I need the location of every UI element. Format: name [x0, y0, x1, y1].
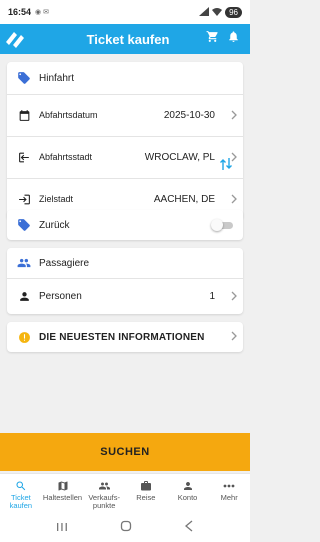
cart-icon[interactable]	[206, 30, 219, 48]
person-icon	[15, 288, 33, 306]
info-alert-icon	[15, 328, 33, 346]
chevron-right-icon	[231, 107, 237, 125]
recent-apps-icon[interactable]	[56, 519, 68, 537]
chevron-right-icon	[231, 191, 237, 209]
status-bar: 16:54 ◉ ✉ 96	[0, 0, 250, 24]
nav-label: Reise	[136, 493, 156, 502]
nav-label: Mehr	[220, 493, 238, 502]
nav-mehr[interactable]: Mehr	[208, 474, 250, 513]
return-label: Zurück	[39, 219, 70, 231]
outbound-heading: Hinfahrt	[39, 72, 75, 84]
exit-icon	[15, 149, 33, 167]
passengers-heading: Passagiere	[39, 257, 90, 269]
passengers-header: Passagiere	[7, 248, 243, 278]
chevron-right-icon	[231, 328, 237, 346]
home-icon[interactable]	[120, 519, 132, 537]
origin-city-row[interactable]: Abfahrtsstadt WROCLAW, PL	[7, 136, 243, 178]
latest-info-row[interactable]: DIE NEUESTEN INFORMATIONEN	[7, 322, 243, 352]
departure-date-row[interactable]: Abfahrtsdatum 2025-10-30	[7, 94, 243, 136]
return-card: Zurück	[7, 210, 243, 240]
people-icon	[15, 254, 33, 272]
departure-date-label: Abfahrtsdatum	[39, 110, 98, 120]
destination-city-value: AACHEN, DE	[153, 194, 215, 205]
wifi-icon	[212, 7, 223, 18]
nav-verkaufspunkte[interactable]: Verkaufs-punkte	[83, 474, 125, 513]
signal-icon	[199, 6, 210, 18]
nav-label: Konto	[177, 493, 198, 502]
nav-label: Haltestellen	[42, 493, 83, 502]
app-bar: Ticket kaufen	[0, 24, 250, 54]
chevron-right-icon	[231, 288, 237, 306]
people-icon	[98, 479, 111, 492]
tag-icon	[15, 216, 33, 234]
battery-indicator: 96	[225, 6, 242, 18]
bottom-nav: Ticket kaufen Haltestellen Verkaufs-punk…	[0, 473, 250, 513]
departure-date-value: 2025-10-30	[163, 110, 215, 121]
latest-info-label: DIE NEUESTEN INFORMATIONEN	[39, 331, 205, 343]
map-icon	[57, 479, 69, 492]
person-icon	[182, 479, 194, 492]
passengers-card: Passagiere Personen 1	[7, 248, 243, 314]
nav-ticket-kaufen[interactable]: Ticket kaufen	[0, 474, 42, 513]
nav-reise[interactable]: Reise	[125, 474, 167, 513]
nav-label: Ticket kaufen	[9, 493, 33, 510]
outbound-header: Hinfahrt	[7, 62, 243, 94]
origin-city-label: Abfahrtsstadt	[39, 152, 93, 162]
nav-haltestellen[interactable]: Haltestellen	[42, 474, 84, 513]
back-icon[interactable]	[184, 519, 194, 537]
swap-cities-icon[interactable]	[220, 157, 232, 176]
persons-value: 1	[209, 291, 215, 302]
status-time: 16:54	[8, 7, 32, 17]
notification-icons: ◉ ✉	[35, 9, 49, 16]
outbound-card: Hinfahrt Abfahrtsdatum 2025-10-30 Abfahr…	[7, 62, 243, 220]
more-icon	[223, 479, 235, 492]
search-icon	[15, 479, 27, 492]
destination-city-label: Zielstadt	[39, 194, 74, 204]
enter-icon	[15, 191, 33, 209]
info-card: DIE NEUESTEN INFORMATIONEN	[7, 322, 243, 352]
nav-label: Verkaufs-punkte	[88, 493, 121, 510]
persons-label: Personen	[39, 291, 82, 302]
origin-city-value: WROCLAW, PL	[144, 152, 215, 163]
return-toggle[interactable]	[211, 219, 235, 231]
system-nav-bar	[0, 513, 250, 542]
briefcase-icon	[140, 479, 152, 492]
calendar-icon	[15, 107, 33, 125]
app-logo	[0, 24, 30, 54]
nav-konto[interactable]: Konto	[167, 474, 209, 513]
persons-row[interactable]: Personen 1	[7, 278, 243, 314]
page-title: Ticket kaufen	[86, 31, 170, 47]
tag-icon	[15, 69, 33, 87]
bell-icon[interactable]	[227, 30, 240, 48]
return-row[interactable]: Zurück	[7, 210, 243, 240]
search-button[interactable]: SUCHEN	[0, 433, 250, 471]
